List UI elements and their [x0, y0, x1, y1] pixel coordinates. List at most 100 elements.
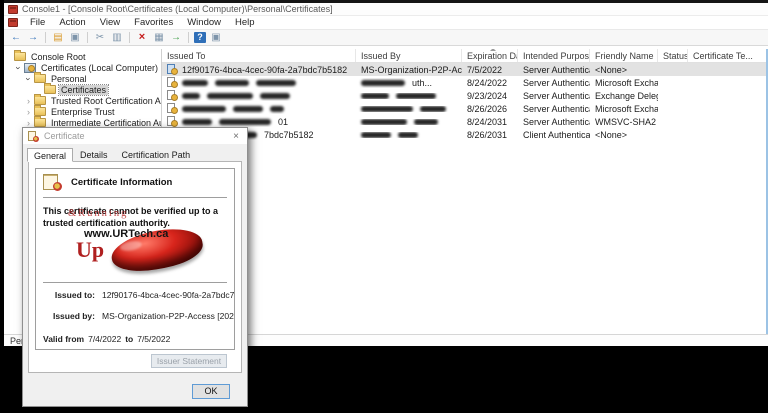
column-intended-purposes[interactable]: Intended Purposes	[518, 49, 590, 62]
toolbar: ← → ▤ ▣ ✂ ▥ × ▦ → ? ▣	[4, 30, 768, 46]
table-row[interactable]: uth... 8/24/2022 Server Authenticati... …	[162, 76, 768, 89]
chevron-right-icon[interactable]: ›	[24, 107, 33, 117]
issuer-statement-button[interactable]: Issuer Statement	[151, 354, 227, 368]
chevron-right-icon[interactable]: ›	[24, 118, 33, 128]
certificate-seal-icon	[43, 174, 63, 191]
column-issued-to[interactable]: Issued To	[162, 49, 356, 62]
redacted-text	[270, 106, 284, 112]
validity-row: Valid from 7/4/2022 to 7/5/2022	[43, 334, 227, 344]
dialog-footer: OK	[23, 373, 247, 406]
copy-icon[interactable]: ▥	[110, 31, 124, 44]
certificate-icon	[167, 90, 178, 101]
tree-item-certificates[interactable]: › Certificates	[4, 84, 161, 95]
table-row[interactable]: 9/23/2024 Server Authenticati... Exchang…	[162, 89, 768, 102]
table-row[interactable]: 12f90176-4bca-4cec-90fa-2a7bdc7b5182 MS-…	[162, 63, 768, 76]
tree-item-personal[interactable]: › Personal	[4, 73, 161, 84]
dialog-titlebar[interactable]: Certificate ×	[23, 128, 247, 144]
tab-details[interactable]: Details	[73, 147, 115, 161]
folder-icon	[44, 85, 56, 94]
table-row[interactable]: 01 8/24/2031 Server Authenticati... WMSV…	[162, 115, 768, 128]
tree-item-trusted-root[interactable]: › Trusted Root Certification Authorities	[4, 95, 161, 106]
menu-bar: File Action View Favorites Window Help	[4, 16, 768, 30]
new-window-icon[interactable]: ▣	[209, 31, 223, 44]
column-friendly-name[interactable]: Friendly Name	[590, 49, 658, 62]
redacted-text	[182, 93, 200, 99]
folder-icon	[34, 96, 46, 105]
properties-icon[interactable]: ▦	[152, 31, 166, 44]
sort-ascending-icon	[490, 49, 496, 51]
ok-button[interactable]: OK	[192, 384, 230, 399]
export-folder-icon[interactable]: ▤	[51, 31, 65, 44]
chevron-down-icon[interactable]: ›	[24, 74, 34, 83]
column-certificate-template[interactable]: Certificate Te...	[688, 49, 768, 62]
redacted-text	[420, 106, 446, 112]
folder-icon	[14, 52, 26, 61]
redacted-text	[361, 132, 391, 138]
column-issued-by[interactable]: Issued By	[356, 49, 462, 62]
divider	[43, 197, 227, 199]
certificate-list-pane: Issued To Issued By Expiration Date Inte…	[162, 49, 768, 334]
dialog-title: Certificate	[44, 131, 85, 141]
toolbar-separator	[87, 32, 88, 43]
chevron-down-icon[interactable]: ›	[14, 63, 24, 72]
refresh-icon[interactable]: →	[169, 31, 183, 44]
tree-item-enterprise-trust[interactable]: › Enterprise Trust	[4, 106, 161, 117]
issued-by-row: Issued by: MS-Organization-P2P-Access [2…	[43, 311, 227, 321]
column-expiration-date[interactable]: Expiration Date	[462, 49, 518, 62]
tab-certification-path[interactable]: Certification Path	[115, 147, 198, 161]
tree-item-certificates-local-computer[interactable]: › Certificates (Local Computer)	[4, 62, 161, 73]
menu-view[interactable]: View	[94, 16, 126, 29]
redacted-text	[414, 119, 438, 125]
general-tab-page: Certificate Information This certificate…	[28, 161, 242, 373]
console-tree-icon[interactable]: ▣	[68, 31, 82, 44]
close-icon[interactable]: ×	[230, 131, 242, 142]
tab-general[interactable]: General	[27, 148, 73, 162]
redacted-text	[215, 80, 249, 86]
menu-action[interactable]: Action	[53, 16, 91, 29]
toolbar-separator	[188, 32, 189, 43]
back-icon[interactable]: ←	[9, 31, 23, 44]
window-titlebar[interactable]: Console1 - [Console Root\Certificates (L…	[4, 3, 768, 16]
redacted-text	[182, 106, 226, 112]
toolbar-separator	[45, 32, 46, 43]
redacted-text	[219, 119, 271, 125]
chevron-right-icon[interactable]: ›	[24, 96, 33, 106]
menu-file[interactable]: File	[24, 16, 51, 29]
delete-icon[interactable]: ×	[135, 31, 149, 44]
certificate-info-heading: Certificate Information	[71, 177, 172, 188]
menu-help[interactable]: Help	[229, 16, 261, 29]
toolbar-separator	[129, 32, 130, 43]
valid-to-value: 7/5/2022	[137, 334, 170, 344]
dialog-tabs: General Details Certification Path	[23, 144, 247, 161]
menu-window[interactable]: Window	[181, 16, 227, 29]
cut-icon[interactable]: ✂	[93, 31, 107, 44]
watermark-up-text: Up	[76, 237, 104, 263]
redacted-text	[260, 93, 290, 99]
forward-icon[interactable]: →	[26, 31, 40, 44]
issued-by-value: MS-Organization-P2P-Access [2021]	[102, 311, 235, 321]
table-row[interactable]: 8/26/2026 Server Authenticati... Microso…	[162, 102, 768, 115]
valid-from-value: 7/4/2022	[88, 334, 121, 344]
table-row[interactable]: 7bdc7b5182 8/26/2031 Client Authenticati…	[162, 128, 768, 141]
certificate-icon	[167, 103, 178, 114]
column-status[interactable]: Status	[658, 49, 688, 62]
redacted-text	[233, 106, 263, 112]
redacted-text	[256, 80, 296, 86]
list-header: Issued To Issued By Expiration Date Inte…	[162, 49, 768, 63]
certificate-icon	[167, 64, 178, 75]
redacted-text	[361, 93, 389, 99]
watermark-url-text: www.URTech.ca	[84, 228, 168, 240]
redacted-text	[207, 93, 253, 99]
redacted-text	[361, 106, 413, 112]
certificate-icon	[28, 131, 39, 142]
tree-item-console-root[interactable]: › Console Root	[4, 51, 161, 62]
folder-icon	[34, 74, 46, 83]
issued-to-value: 12f90176-4bca-4cec-90fa-2a7bdc7b5182	[102, 290, 235, 300]
issued-to-row: Issued to: 12f90176-4bca-4cec-90fa-2a7bd…	[43, 290, 227, 300]
certificate-dialog: Certificate × General Details Certificat…	[22, 127, 248, 407]
menu-favorites[interactable]: Favorites	[128, 16, 179, 29]
help-icon[interactable]: ?	[194, 32, 206, 43]
certificate-info-box: Certificate Information This certificate…	[35, 168, 235, 350]
redacted-text	[182, 80, 208, 86]
folder-icon	[34, 118, 46, 127]
